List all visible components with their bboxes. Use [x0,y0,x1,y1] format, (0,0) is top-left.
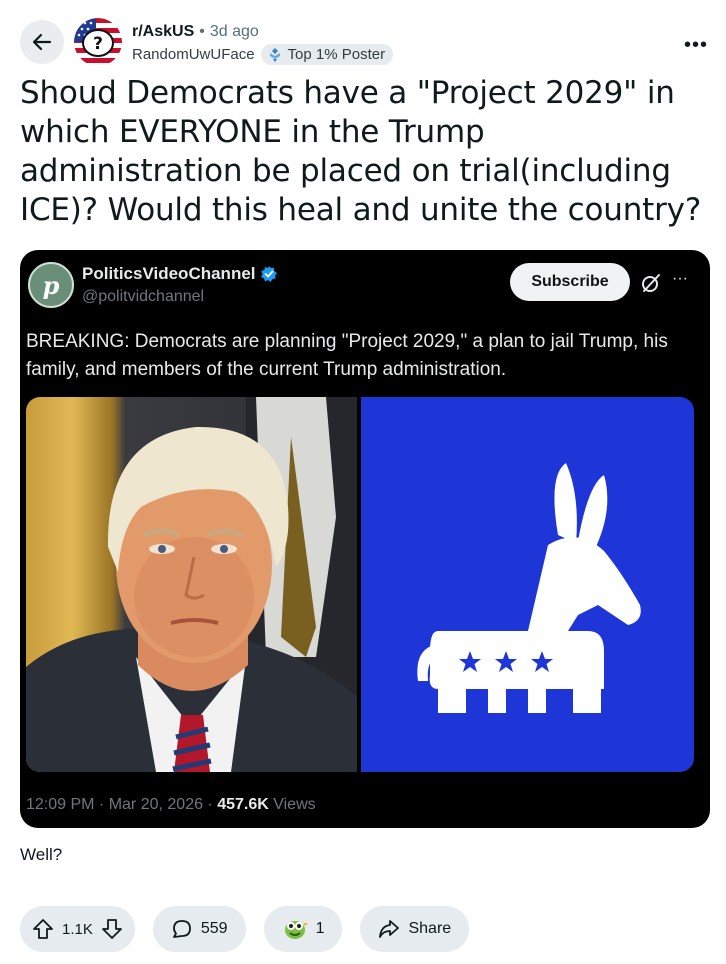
subreddit-avatar-icon[interactable]: ? [74,18,122,66]
post-action-bar: 1.1K 559 1 Share [20,906,470,952]
tweet-text: BREAKING: Democrats are planning "Projec… [26,331,668,380]
author-username[interactable]: RandomUwUFace [132,46,255,63]
awards-count: 1 [315,920,325,937]
post-title: Shoud Democrats have a "Project 2029" in… [20,75,702,228]
post-time: 3d ago [209,23,259,40]
tweet-avatar: p [28,262,74,308]
back-button[interactable] [20,20,64,64]
comments-button[interactable]: 559 [152,906,246,952]
tweet-handle: @politvidchannel [82,288,205,305]
tweet-views-label: Views [268,796,316,813]
upvote-icon[interactable] [32,918,54,940]
share-button[interactable]: Share [360,906,470,952]
meta-separator: • [199,23,205,40]
flair-label: Top 1% Poster [287,46,386,63]
vote-score: 1.1K [62,920,93,938]
more-options-button[interactable]: ••• [684,34,708,57]
tweet-stats: 12:09 PM · Mar 20, 2026 · 457.6K Views [26,796,316,814]
tweet-views-count: 457.6K [217,796,269,813]
comments-count: 559 [200,920,228,937]
post-body: Well? [20,845,63,864]
tweet-display-name-text: PoliticsVideoChannel [82,264,256,283]
share-label: Share [408,920,452,937]
back-arrow-icon [32,33,52,51]
comment-icon [172,920,191,938]
grok-icon [642,274,660,292]
embedded-tweet-image[interactable]: p PoliticsVideoChannel @politvidchannel … [20,250,710,828]
share-icon [379,920,400,938]
verified-badge-icon [260,266,277,282]
downvote-icon[interactable] [101,918,123,940]
trump-portrait-photo [26,397,357,772]
svg-text:?: ? [93,34,103,54]
award-icon [284,919,308,939]
subreddit-name[interactable]: r/AskUS [132,22,194,42]
tweet-media [26,397,694,772]
vote-control: 1.1K [20,906,135,952]
award-button[interactable]: 1 [263,906,343,952]
tweet-display-name: PoliticsVideoChannel [82,264,278,284]
user-flair: Top 1% Poster [260,44,394,65]
tweet-more-icon: ··· [672,270,688,287]
tweet-timestamp: 12:09 PM · Mar 20, 2026 · [26,796,218,813]
democratic-donkey-logo [361,397,694,772]
flair-icon [269,47,280,62]
tweet-subscribe-button: Subscribe [510,263,630,301]
